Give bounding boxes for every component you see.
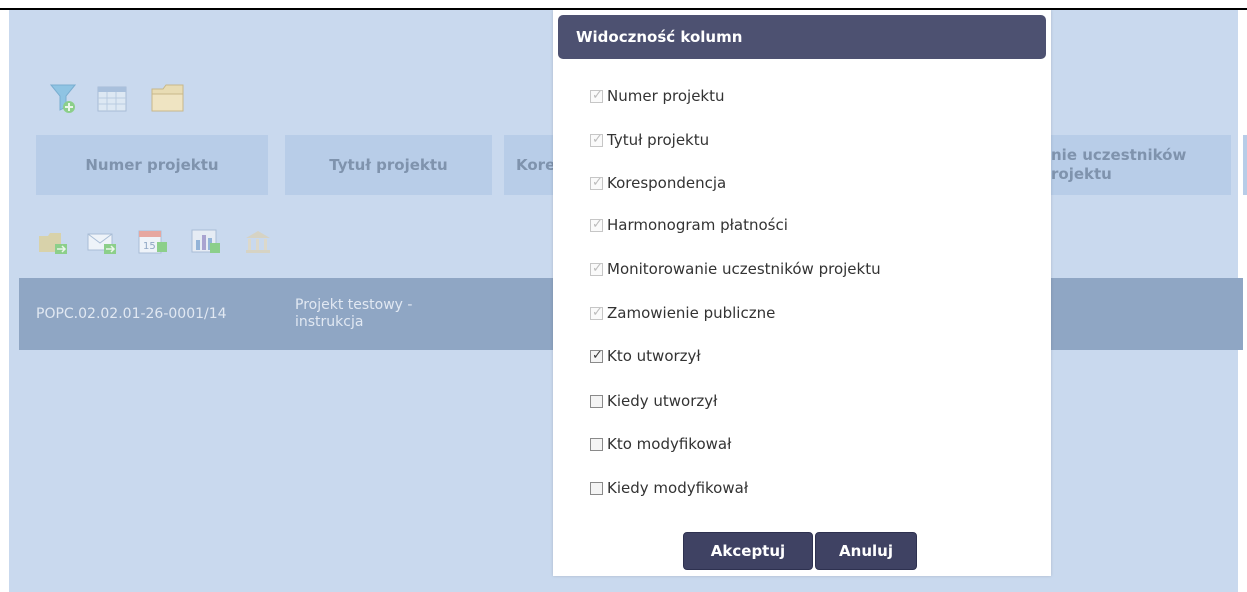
mail-arrow-icon[interactable] — [86, 230, 118, 260]
option-kto-modyfikowal[interactable]: Kto modyfikował — [590, 433, 731, 455]
column-header-korespondencja[interactable]: Kore — [504, 135, 555, 195]
checkbox-monitorowanie[interactable]: ✓ — [590, 260, 603, 276]
check-icon: ✓ — [592, 174, 603, 190]
option-korespondencja[interactable]: ✓ Korespondencja — [590, 172, 726, 194]
option-numer-projektu[interactable]: ✓ Numer projektu — [590, 85, 725, 107]
dialog-title: Widoczność kolumn — [558, 15, 1046, 59]
check-icon: ✓ — [592, 216, 603, 232]
chart-icon[interactable] — [190, 228, 222, 260]
calendar-icon[interactable]: 15 — [137, 228, 169, 260]
folder-arrow-icon[interactable] — [37, 230, 69, 260]
check-icon: ✓ — [592, 260, 603, 276]
column-header-next — [1243, 135, 1247, 195]
folder-icon[interactable] — [150, 82, 186, 118]
check-icon: ✓ — [592, 87, 603, 103]
svg-text:15: 15 — [143, 241, 156, 252]
checkbox-harmonogram-platnosci[interactable]: ✓ — [590, 216, 603, 232]
option-zamowienie-publiczne[interactable]: ✓ Zamowienie publiczne — [590, 302, 775, 324]
column-header-monitorowanie[interactable]: nie uczestników rojektu — [1051, 135, 1231, 195]
cell-tytul-projektu: Projekt testowy - instrukcja — [295, 297, 413, 330]
option-kiedy-utworzyl[interactable]: Kiedy utworzył — [590, 390, 717, 412]
checkbox-kto-utworzyl[interactable]: ✓ — [590, 347, 603, 363]
checkbox-tytul-projektu[interactable]: ✓ — [590, 131, 603, 147]
check-icon: ✓ — [592, 347, 603, 363]
accept-button[interactable]: Akceptuj — [683, 532, 813, 570]
filter-add-icon[interactable] — [49, 83, 77, 117]
checkbox-zamowienie-publiczne[interactable]: ✓ — [590, 304, 603, 320]
option-monitorowanie[interactable]: ✓ Monitorowanie uczestników projektu — [590, 258, 881, 280]
checkbox-kiedy-modyfikowal[interactable] — [590, 481, 603, 495]
column-header-numer[interactable]: Numer projektu — [36, 135, 268, 195]
option-kto-utworzyl[interactable]: ✓ Kto utworzył — [590, 345, 701, 367]
option-tytul-projektu[interactable]: ✓ Tytuł projektu — [590, 129, 709, 151]
cancel-button[interactable]: Anuluj — [815, 532, 917, 570]
bank-icon[interactable] — [244, 228, 272, 260]
option-harmonogram-platnosci[interactable]: ✓ Harmonogram płatności — [590, 214, 788, 236]
option-kiedy-modyfikowal[interactable]: Kiedy modyfikował — [590, 477, 748, 499]
checkbox-kto-modyfikowal[interactable] — [590, 437, 603, 451]
check-icon: ✓ — [592, 304, 603, 320]
check-icon: ✓ — [592, 131, 603, 147]
column-header-tytul[interactable]: Tytuł projektu — [285, 135, 492, 195]
checkbox-numer-projektu[interactable]: ✓ — [590, 87, 603, 103]
cell-numer-projektu: POPC.02.02.01-26-0001/14 — [36, 306, 227, 322]
checkbox-korespondencja[interactable]: ✓ — [590, 174, 603, 190]
checkbox-kiedy-utworzyl[interactable] — [590, 394, 603, 408]
column-visibility-dialog: Widoczność kolumn ✓ Numer projektu ✓ Tyt… — [553, 10, 1051, 576]
table-icon[interactable] — [97, 86, 127, 116]
